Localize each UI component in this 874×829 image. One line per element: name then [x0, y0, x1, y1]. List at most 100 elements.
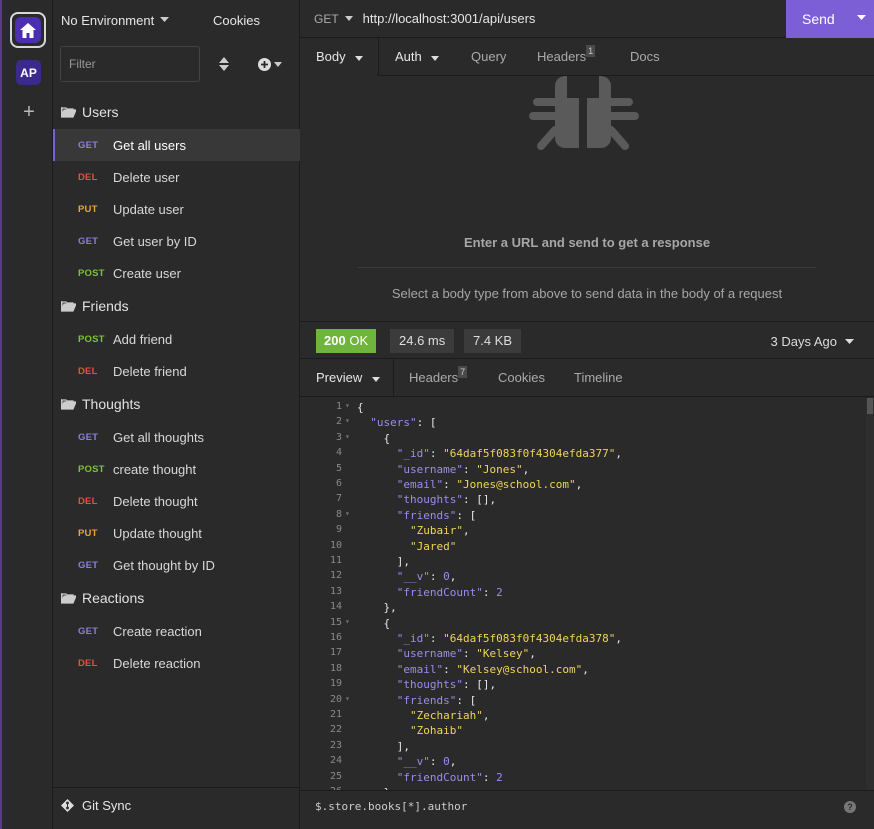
- tab-headers-label: Headers: [537, 49, 587, 64]
- chevron-down-icon: [371, 377, 380, 382]
- workspace-rail: AP +: [0, 0, 53, 829]
- response-status-bar: 200 OK 24.6 ms 7.4 KB 3 Days Ago: [300, 321, 874, 359]
- plus-circle-icon: [258, 57, 271, 71]
- tab-auth-label: Auth: [395, 49, 422, 64]
- request-item[interactable]: GET Get thought by ID: [53, 549, 300, 581]
- line-number: 16: [329, 632, 342, 643]
- tab-response-cookies[interactable]: Cookies: [498, 359, 545, 397]
- line-number: 11: [329, 555, 342, 566]
- workspace-avatar[interactable]: AP: [16, 60, 41, 85]
- fold-toggle-icon[interactable]: ▾: [345, 416, 350, 425]
- code-line: 15 ▾ {: [300, 617, 866, 632]
- empty-response-message: Enter a URL and send to get a response: [463, 235, 711, 250]
- request-item[interactable]: DEL Delete reaction: [53, 647, 300, 679]
- request-label: Get all thoughts: [113, 429, 205, 445]
- home-icon: [15, 17, 41, 43]
- cookies-button[interactable]: Cookies: [213, 13, 260, 28]
- tab-query[interactable]: Query: [471, 38, 506, 76]
- tab-body[interactable]: Body: [300, 38, 379, 76]
- fold-toggle-icon[interactable]: ▾: [345, 694, 350, 703]
- method-badge: PUT: [78, 203, 98, 215]
- request-item[interactable]: GET Create reaction: [53, 615, 300, 647]
- code-text: "Zohaib": [409, 724, 463, 738]
- request-item[interactable]: POST Create user: [53, 257, 300, 289]
- method-badge: DEL: [78, 171, 98, 183]
- request-item[interactable]: GET Get all thoughts: [53, 421, 300, 453]
- line-number: 20: [329, 693, 342, 705]
- request-item[interactable]: GET Get all users: [53, 129, 300, 161]
- folder-reactions[interactable]: Reactions: [53, 581, 300, 615]
- home-button[interactable]: [10, 12, 46, 48]
- tab-docs[interactable]: Docs: [630, 38, 660, 76]
- request-item[interactable]: POST Add friend: [53, 323, 300, 355]
- code-text: "__v": 0,: [396, 570, 457, 584]
- line-number: 2: [335, 416, 342, 428]
- method-label: GET: [314, 11, 339, 26]
- folder-label: Thoughts: [82, 396, 141, 412]
- response-filter-input[interactable]: $.store.books[*].author: [315, 800, 467, 813]
- folder-thoughts[interactable]: Thoughts: [53, 387, 300, 421]
- request-item[interactable]: POST create thought: [53, 453, 300, 485]
- line-number: 5: [335, 462, 342, 474]
- method-badge: GET: [78, 559, 99, 571]
- tab-body-label: Body: [316, 49, 346, 64]
- fold-toggle-icon[interactable]: ▾: [345, 432, 350, 441]
- sort-icon[interactable]: [218, 56, 230, 72]
- tab-auth[interactable]: Auth: [395, 38, 440, 76]
- chevron-down-icon: [160, 17, 170, 22]
- fold-toggle-icon[interactable]: ▾: [345, 401, 350, 410]
- method-badge: GET: [78, 235, 99, 247]
- chevron-down-icon[interactable]: [857, 15, 866, 21]
- send-button[interactable]: Send: [786, 0, 874, 38]
- response-size-badge: 7.4 KB: [464, 329, 522, 353]
- environment-selector[interactable]: No Environment: [61, 13, 170, 28]
- request-item[interactable]: GET Get user by ID: [53, 225, 300, 257]
- request-label: Create reaction: [113, 623, 202, 639]
- response-scrollbar[interactable]: [866, 398, 874, 790]
- method-badge: POST: [78, 333, 105, 345]
- help-icon[interactable]: ?: [844, 801, 856, 813]
- code-line: 16 "_id": "64daf5f083f0f4304efda378",: [300, 632, 866, 647]
- folder-users[interactable]: Users: [53, 95, 300, 129]
- git-sync-button[interactable]: Git Sync: [53, 787, 300, 823]
- request-label: Update thought: [113, 525, 202, 541]
- request-item[interactable]: DEL Delete user: [53, 161, 300, 193]
- request-label: Add friend: [113, 331, 173, 347]
- request-label: create thought: [113, 461, 197, 477]
- folder-friends[interactable]: Friends: [53, 289, 300, 323]
- tab-headers[interactable]: Headers 1: [537, 38, 596, 76]
- add-workspace-icon[interactable]: +: [19, 102, 39, 122]
- url-input[interactable]: http://localhost:3001/api/users: [363, 11, 536, 26]
- line-number: 21: [329, 709, 342, 720]
- fold-toggle-icon[interactable]: ▾: [345, 509, 350, 518]
- tab-preview[interactable]: Preview: [300, 359, 394, 397]
- request-tabs: Body Auth Query Headers 1 Docs: [300, 38, 874, 76]
- response-headers-count-badge: 7: [458, 366, 468, 378]
- response-code-viewer[interactable]: 1 ▾{2 ▾ "users": [3 ▾ {4 "_id": "64daf5f083…: [300, 398, 866, 790]
- code-line: 21 "Zechariah",: [300, 709, 866, 724]
- request-item[interactable]: DEL Delete friend: [53, 355, 300, 387]
- request-label: Delete friend: [113, 363, 187, 379]
- request-item[interactable]: PUT Update thought: [53, 517, 300, 549]
- fold-toggle-icon[interactable]: ▾: [345, 617, 350, 626]
- request-label: Get user by ID: [113, 233, 197, 249]
- method-selector[interactable]: GET: [314, 12, 353, 26]
- scrollbar-thumb[interactable]: [867, 398, 873, 414]
- code-text: "friends": [: [396, 508, 477, 522]
- filter-input[interactable]: Filter: [60, 46, 200, 82]
- code-text: "thoughts": [],: [396, 493, 497, 507]
- response-history-selector[interactable]: 3 Days Ago: [771, 334, 854, 349]
- code-line: 10 "Jared": [300, 540, 866, 555]
- main-pane: GET http://localhost:3001/api/users Send…: [300, 0, 874, 829]
- tab-preview-label: Preview: [316, 370, 363, 385]
- request-item[interactable]: DEL Delete thought: [53, 485, 300, 517]
- method-badge: GET: [78, 625, 99, 637]
- code-line: 13 "friendCount": 2: [300, 586, 866, 601]
- tab-response-headers[interactable]: Headers 7: [409, 359, 468, 397]
- request-item[interactable]: PUT Update user: [53, 193, 300, 225]
- request-label: Delete reaction: [113, 655, 201, 671]
- tab-timeline[interactable]: Timeline: [574, 359, 623, 397]
- chevron-down-icon: [355, 56, 364, 61]
- add-request-button[interactable]: [258, 56, 286, 72]
- method-badge: PUT: [78, 527, 98, 539]
